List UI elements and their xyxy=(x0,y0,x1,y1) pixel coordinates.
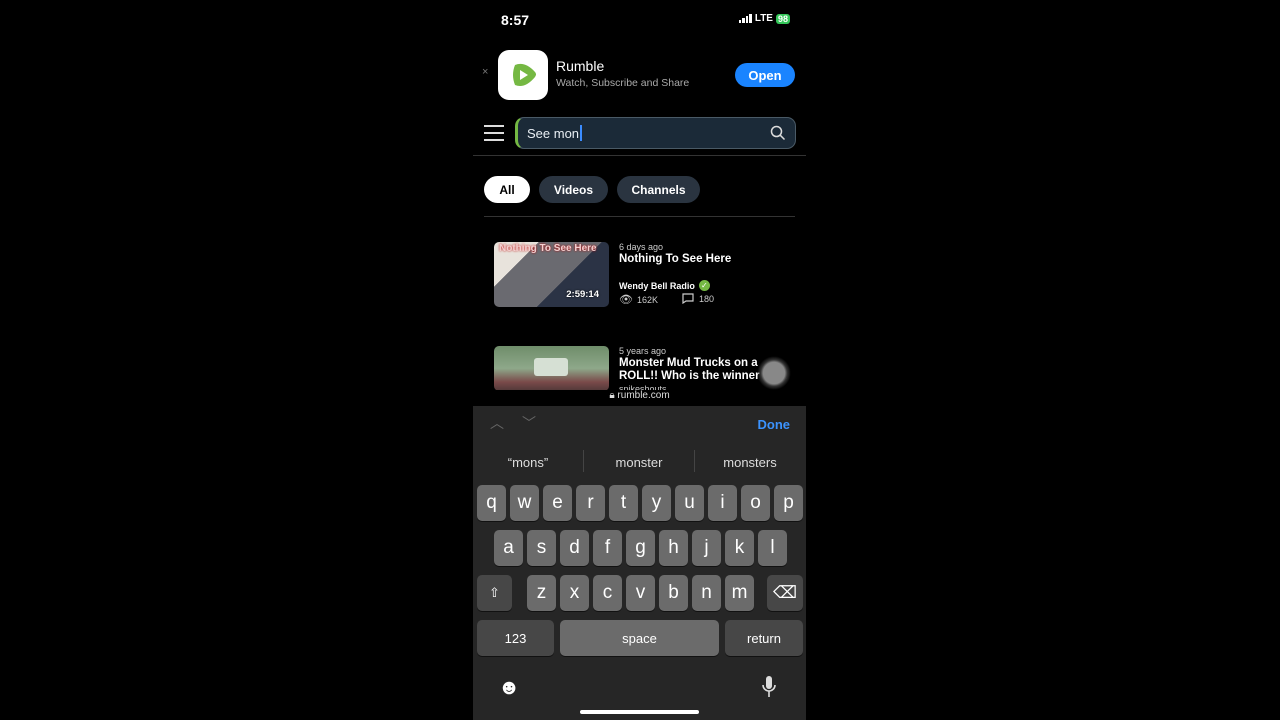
app-subtitle: Watch, Subscribe and Share xyxy=(556,77,690,89)
truck-image xyxy=(534,358,568,376)
space-key[interactable]: space xyxy=(560,620,719,656)
home-indicator xyxy=(580,710,699,714)
video-thumbnail[interactable] xyxy=(494,346,609,391)
key-d[interactable]: d xyxy=(560,530,589,566)
url-bar[interactable]: 🔒︎ rumble.com xyxy=(473,390,806,406)
key-f[interactable]: f xyxy=(593,530,622,566)
return-key[interactable]: return xyxy=(725,620,803,656)
battery-icon: 98 xyxy=(775,13,790,24)
close-banner-button[interactable]: × xyxy=(482,66,488,78)
comment-count: 180 xyxy=(699,293,715,304)
comment-icon xyxy=(682,293,694,304)
previous-field-chevron-up-icon[interactable]: ︿ xyxy=(490,413,504,433)
key-n[interactable]: n xyxy=(692,575,721,611)
assistive-touch-button[interactable] xyxy=(757,356,791,390)
key-s[interactable]: s xyxy=(527,530,556,566)
key-i[interactable]: i xyxy=(708,485,737,521)
key-p[interactable]: p xyxy=(774,485,803,521)
filter-videos[interactable]: Videos xyxy=(539,176,608,203)
url-domain: rumble.com xyxy=(617,390,670,401)
key-l[interactable]: l xyxy=(758,530,787,566)
key-y[interactable]: y xyxy=(642,485,671,521)
video-age: 5 years ago xyxy=(619,346,667,356)
key-r[interactable]: r xyxy=(576,485,605,521)
play-icon xyxy=(513,63,536,86)
divider xyxy=(484,216,795,217)
shift-key[interactable]: ⇧ xyxy=(477,575,512,611)
app-name: Rumble xyxy=(556,58,605,74)
key-j[interactable]: j xyxy=(692,530,721,566)
key-w[interactable]: w xyxy=(510,485,539,521)
channel-row: Wendy Bell Radio ✓ xyxy=(619,280,710,291)
open-app-button[interactable]: Open xyxy=(735,63,795,87)
channel-name[interactable]: Wendy Bell Radio xyxy=(619,281,695,291)
search-input[interactable]: See mon xyxy=(515,117,796,149)
next-field-chevron-down-icon[interactable]: ﹀ xyxy=(522,413,536,433)
key-c[interactable]: c xyxy=(593,575,622,611)
video-duration: 2:59:14 xyxy=(566,289,599,300)
phone-screen: 8:57 LTE 98 × Rumble Watch, Subscribe an… xyxy=(473,0,806,720)
comments: 180 xyxy=(682,293,714,304)
key-q[interactable]: q xyxy=(477,485,506,521)
emoji-icon[interactable]: ☻ xyxy=(498,676,520,700)
suggestion-2[interactable]: monster xyxy=(584,455,694,470)
views: 👁︎ 162K xyxy=(619,293,658,306)
key-z[interactable]: z xyxy=(527,575,556,611)
filter-channels[interactable]: Channels xyxy=(617,176,700,203)
key-a[interactable]: a xyxy=(494,530,523,566)
key-o[interactable]: o xyxy=(741,485,770,521)
key-b[interactable]: b xyxy=(659,575,688,611)
view-count: 162K xyxy=(636,294,658,305)
search-icon[interactable] xyxy=(770,125,786,141)
status-icons: LTE 98 xyxy=(738,13,790,24)
done-button[interactable]: Done xyxy=(758,417,791,432)
hamburger-menu-icon[interactable] xyxy=(484,125,504,141)
rumble-logo xyxy=(498,50,548,100)
verified-icon: ✓ xyxy=(698,280,710,291)
key-h[interactable]: h xyxy=(659,530,688,566)
thumbnail-text: Nothing To See Here xyxy=(499,243,597,254)
text-cursor xyxy=(580,125,582,141)
microphone-icon[interactable] xyxy=(761,675,777,704)
suggestion-1[interactable]: “mons” xyxy=(473,455,583,470)
video-title[interactable]: Nothing To See Here xyxy=(619,253,789,266)
search-value: See mon xyxy=(527,125,580,141)
key-m[interactable]: m xyxy=(725,575,754,611)
key-x[interactable]: x xyxy=(560,575,589,611)
suggestion-3[interactable]: monsters xyxy=(695,455,805,470)
key-v[interactable]: v xyxy=(626,575,655,611)
key-g[interactable]: g xyxy=(626,530,655,566)
network-label: LTE xyxy=(754,13,773,24)
video-age: 6 days ago xyxy=(619,242,664,252)
video-thumbnail[interactable]: Nothing To See Here 2:59:14 xyxy=(494,242,609,307)
signal-icon xyxy=(738,14,752,23)
key-t[interactable]: t xyxy=(609,485,638,521)
numbers-key[interactable]: 123 xyxy=(477,620,554,656)
filter-all[interactable]: All xyxy=(484,176,530,203)
delete-key[interactable]: ⌫ xyxy=(767,575,803,611)
eye-icon: 👁︎ xyxy=(619,294,633,306)
key-e[interactable]: e xyxy=(543,485,572,521)
key-k[interactable]: k xyxy=(725,530,754,566)
key-u[interactable]: u xyxy=(675,485,704,521)
divider xyxy=(473,155,806,156)
status-time: 8:57 xyxy=(501,12,530,28)
